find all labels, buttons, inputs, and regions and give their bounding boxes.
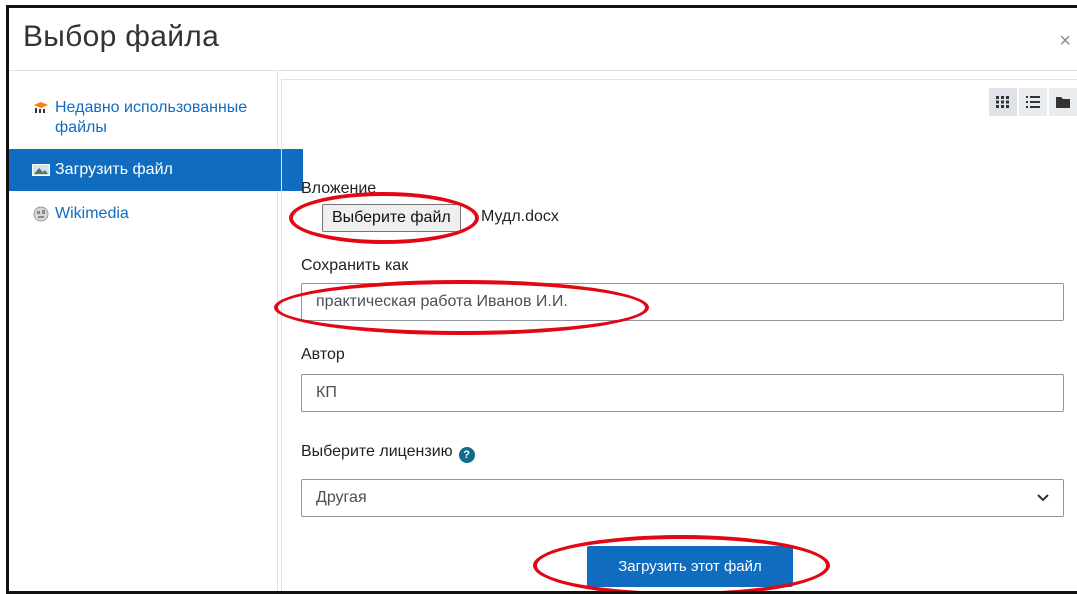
close-icon[interactable]: × xyxy=(1059,30,1071,53)
license-value: Другая xyxy=(316,489,367,506)
selected-file-name: Мудл.docx xyxy=(481,208,559,225)
license-select[interactable]: Другая xyxy=(301,479,1064,517)
save-as-value: практическая работа Иванов И.И. xyxy=(316,293,568,310)
chevron-down-icon xyxy=(1037,489,1049,507)
repository-sidebar: Недавно использованные файлы Загрузить ф… xyxy=(9,71,303,591)
dialog-title: Выбор файла xyxy=(23,20,220,53)
upload-form-panel: Вложение Выберите файл Мудл.docx Сохрани… xyxy=(281,79,1077,591)
upload-this-file-button[interactable]: Загрузить этот файл xyxy=(587,546,793,587)
save-as-input[interactable]: практическая работа Иванов И.И. xyxy=(301,283,1064,321)
grid-view-icon[interactable] xyxy=(989,88,1017,116)
sidebar-item-label: Загрузить файл xyxy=(55,161,173,178)
sidebar-item-label: Wikimedia xyxy=(55,205,129,222)
save-as-label: Сохранить как xyxy=(301,257,409,274)
choose-file-button[interactable]: Выберите файл xyxy=(322,204,461,232)
sidebar-item-label: Недавно использованные файлы xyxy=(55,99,248,136)
attachment-label: Вложение xyxy=(301,180,377,197)
sidebar-item-upload-file[interactable]: Загрузить файл xyxy=(9,149,303,191)
folder-view-icon[interactable] xyxy=(1049,88,1077,116)
view-switcher xyxy=(987,88,1077,116)
author-input[interactable]: КП xyxy=(301,374,1064,412)
author-value: КП xyxy=(316,384,337,401)
license-label: Выберите лицензию xyxy=(301,443,453,460)
dialog-header: Выбор файла × xyxy=(9,8,1077,71)
license-label-row: Выберите лицензию? xyxy=(301,443,475,463)
moodle-logo-icon xyxy=(31,98,51,114)
upload-icon xyxy=(31,164,51,176)
help-icon[interactable]: ? xyxy=(458,447,475,463)
sidebar-item-recent-files[interactable]: Недавно использованные файлы xyxy=(9,98,277,138)
sidebar-item-wikimedia[interactable]: Wikimedia xyxy=(9,204,277,224)
author-label: Автор xyxy=(301,346,345,363)
file-picker-dialog: Выбор файла × Недавно использованные фай… xyxy=(6,5,1077,594)
list-view-icon[interactable] xyxy=(1019,88,1047,116)
wikimedia-globe-icon xyxy=(31,204,51,222)
